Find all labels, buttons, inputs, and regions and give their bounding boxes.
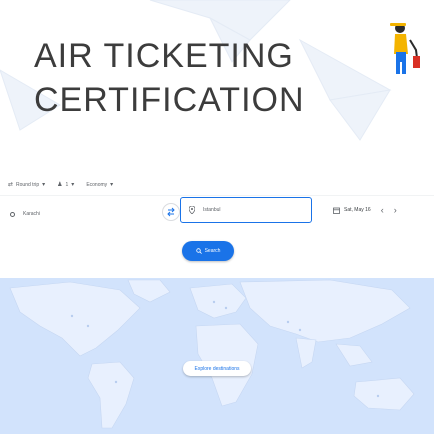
world-map[interactable]: [0, 278, 434, 434]
passengers-select[interactable]: ♟ 1 ▾: [57, 181, 75, 189]
trip-type-select[interactable]: ⇄ Round trip ▾: [8, 181, 46, 189]
swap-icon: [167, 207, 175, 217]
round-trip-icon: ⇄: [8, 182, 14, 188]
passengers-count: 1: [65, 181, 69, 188]
departure-date-field[interactable]: Sat, May 16 ‹ ›: [333, 205, 397, 215]
search-icon: [195, 248, 202, 254]
explore-destinations-label: Explore destinations: [194, 365, 240, 372]
swap-button[interactable]: [162, 203, 180, 221]
traveler-figure-icon: [390, 23, 420, 74]
page-title-line-1: AIR TICKETING: [34, 37, 294, 75]
search-button-label: Search: [204, 248, 221, 254]
destination-field[interactable]: Istanbul: [180, 197, 312, 223]
calendar-icon: [333, 207, 340, 214]
chevron-down-icon: ▾: [42, 182, 46, 188]
trip-type-label: Round trip: [16, 181, 40, 188]
explore-destinations-button[interactable]: Explore destinations: [183, 361, 251, 376]
chevron-down-icon: ▾: [71, 182, 75, 188]
search-button[interactable]: Search: [182, 241, 234, 261]
origin-value: Karachi: [23, 211, 40, 217]
destination-value: Istanbul: [203, 207, 221, 213]
origin-field[interactable]: Karachi: [10, 203, 160, 225]
chevron-right-icon[interactable]: ›: [394, 205, 397, 215]
origin-circle-icon: [10, 211, 15, 217]
person-icon: ♟: [57, 182, 63, 188]
cabin-class-label: Economy: [86, 181, 108, 188]
page-title: AIR TICKETING CERTIFICATION: [34, 34, 305, 122]
departure-date-value: Sat, May 16: [344, 207, 371, 213]
divider: [0, 195, 434, 196]
search-options-row: ⇄ Round trip ▾ ♟ 1 ▾ Economy ▾: [8, 181, 114, 189]
chevron-down-icon: ▾: [110, 182, 114, 188]
location-pin-icon: [189, 206, 195, 214]
cabin-class-select[interactable]: Economy ▾: [86, 181, 114, 189]
chevron-left-icon[interactable]: ‹: [381, 205, 384, 215]
page-title-line-2: CERTIFICATION: [34, 81, 305, 119]
